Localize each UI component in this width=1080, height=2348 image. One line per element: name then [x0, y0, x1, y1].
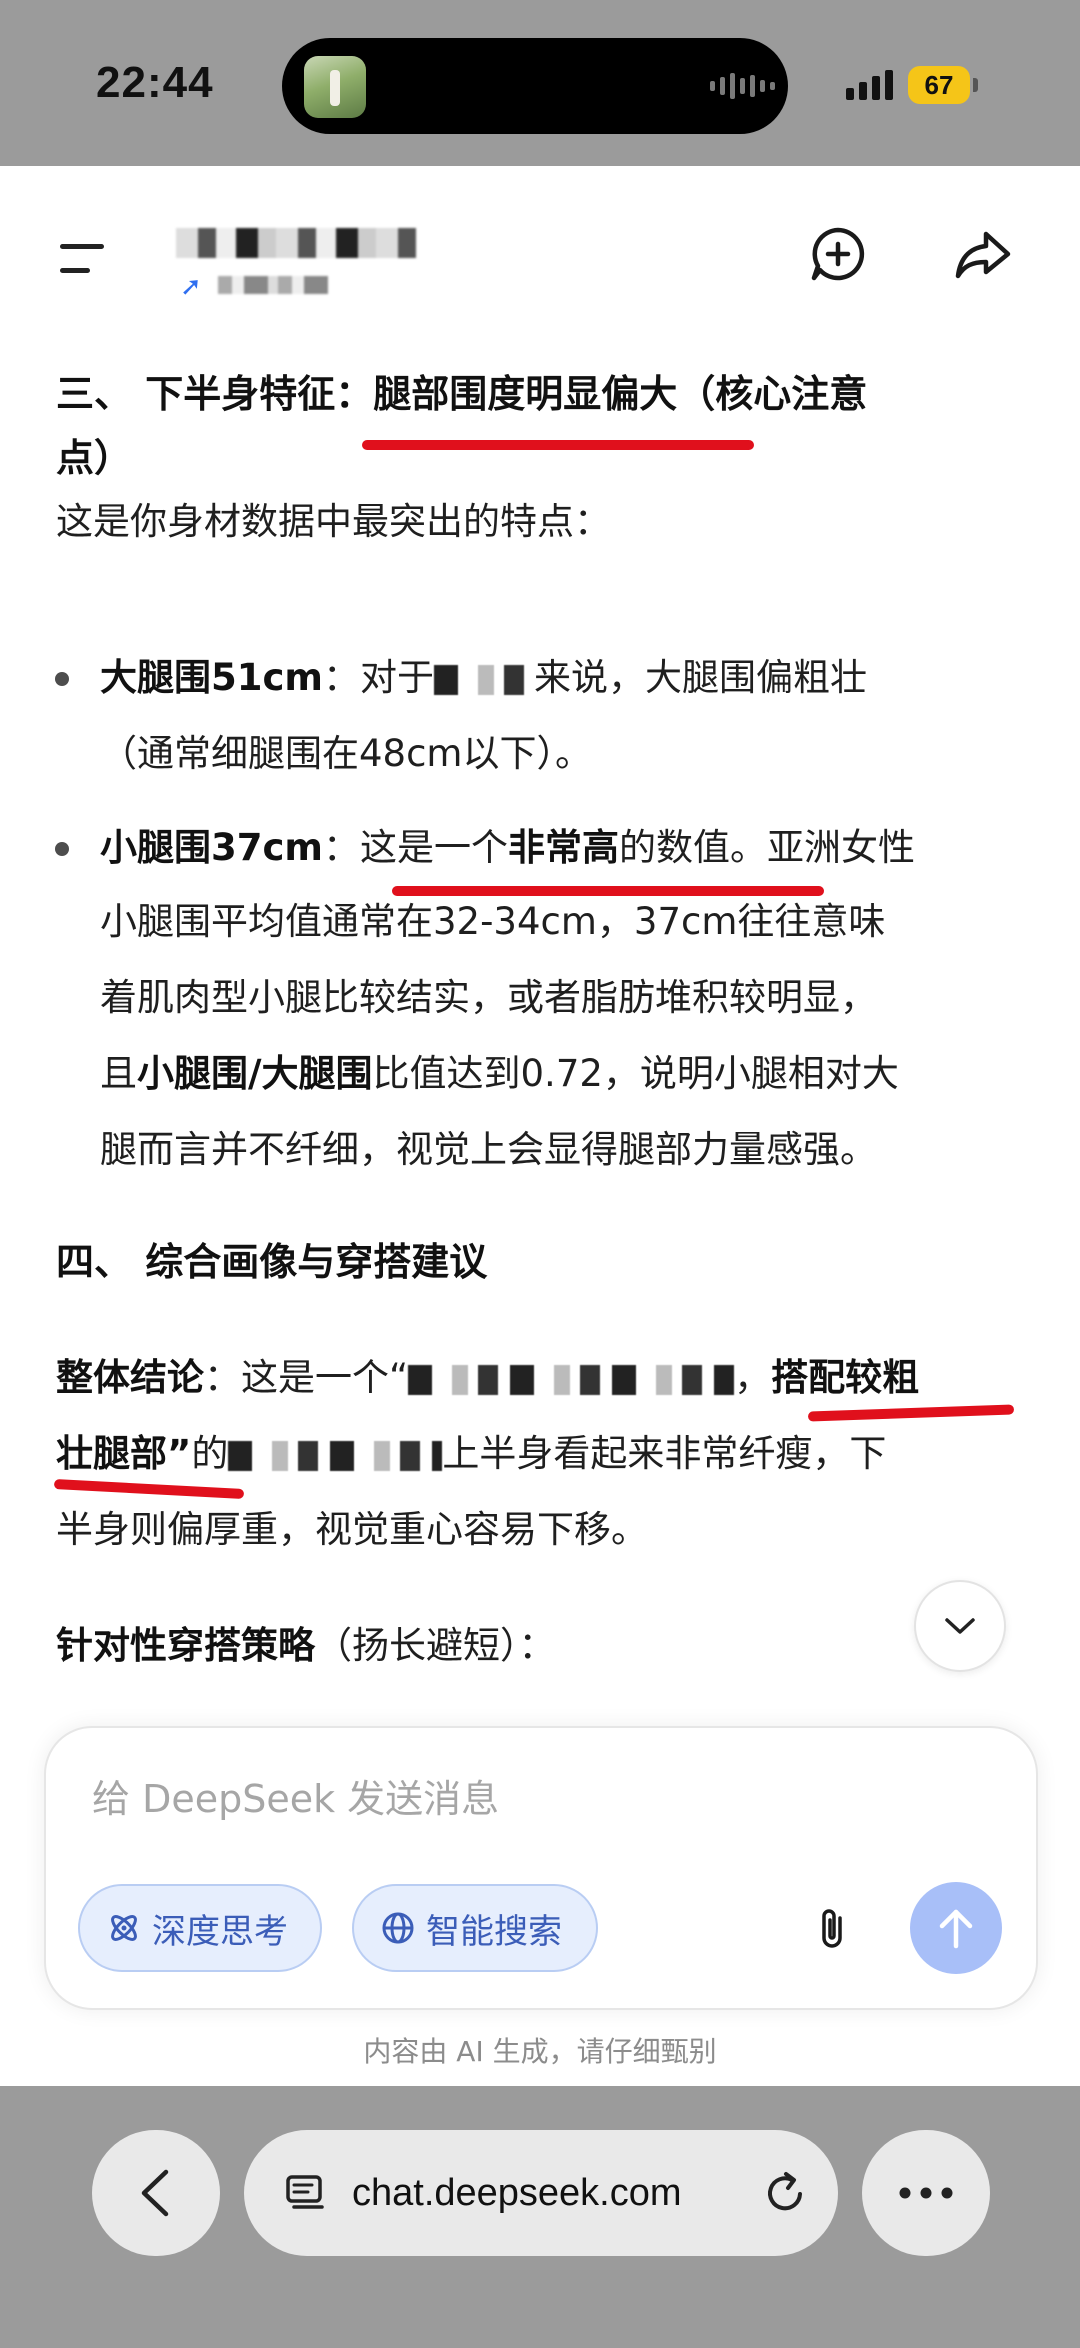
message-input[interactable]: 给 DeepSeek 发送消息 [92, 1768, 499, 1823]
globe-icon [382, 1912, 414, 1944]
atom-icon [111, 1915, 137, 1941]
send-button[interactable] [910, 1882, 1002, 1974]
message-composer: 给 DeepSeek 发送消息 深度思考 智能搜索 [44, 1726, 1038, 2010]
redacted-text [408, 1364, 735, 1395]
section-heading-cont: 点） [56, 436, 133, 480]
arrow-up-icon [939, 1909, 973, 1949]
list-item-cont: （通常细腿围在48cm以下）。 [100, 732, 592, 775]
section-heading: 四、 综合画像与穿搭建议 [56, 1240, 488, 1284]
section-heading: 三、 下半身特征：腿部围度明显偏大（核心注意 [56, 372, 868, 416]
conclusion-text-cont: 半身则偏厚重，视觉重心容易下移。 [56, 1508, 648, 1551]
dynamic-island[interactable] [282, 38, 788, 134]
pin-icon: ➚ [180, 272, 202, 302]
conclusion-text: 整体结论：这是一个“ ，搭配较粗 [56, 1356, 920, 1399]
reload-icon[interactable] [762, 2170, 808, 2216]
deep-think-label: 深度思考 [152, 1911, 288, 1952]
chevron-left-icon [141, 2169, 169, 2217]
list-item: 小腿围37cm：这是一个非常高的数值。亚洲女性 [100, 826, 915, 869]
underlined-emphasis: 腿部围度明显偏大 [373, 372, 678, 416]
list-item: 大腿围51cm：对于 来说，大腿围偏粗壮 [100, 656, 867, 699]
now-playing-thumbnail [304, 56, 366, 118]
list-item-cont: 小腿围平均值通常在32-34cm，37cm往往意味 [100, 900, 886, 943]
strategy-heading: 针对性穿搭策略（扬长避短）： [56, 1624, 556, 1667]
bullet-dot [55, 672, 69, 686]
intro-text: 这是你身材数据中最突出的特点： [56, 500, 611, 543]
audio-waveform-icon [710, 71, 775, 101]
paperclip-icon[interactable] [810, 1904, 858, 1952]
ai-disclaimer: 内容由 AI 生成，请仔细甄别 [363, 2035, 717, 2068]
scroll-to-bottom-button[interactable] [914, 1580, 1006, 1672]
battery-tip [973, 78, 978, 92]
deep-think-toggle[interactable]: 深度思考 [78, 1884, 322, 1972]
new-chat-icon[interactable] [806, 222, 870, 286]
more-dots-icon [899, 2187, 953, 2199]
chevron-down-icon [945, 1618, 975, 1634]
status-time: 22:44 [96, 58, 214, 107]
list-item-cont: 腿而言并不纤细，视觉上会显得腿部力量感强。 [100, 1128, 877, 1171]
status-bar: 22:44 67 [0, 0, 1080, 166]
list-item-cont: 且小腿围/大腿围比值达到0.72，说明小腿相对大 [100, 1052, 899, 1095]
reader-mode-icon[interactable] [284, 2171, 328, 2215]
signal-icon [846, 70, 893, 100]
address-bar[interactable]: chat.deepseek.com [244, 2130, 838, 2256]
list-item-cont: 着肌肉型小腿比较结实，或者脂肪堆积较明显， [100, 976, 877, 1019]
conclusion-text-cont: 壮腿部”的 上半身看起来非常纤瘦，下 [56, 1432, 887, 1475]
web-search-label: 智能搜索 [426, 1911, 562, 1952]
share-icon[interactable] [950, 222, 1014, 286]
menu-icon[interactable] [60, 238, 110, 278]
more-button[interactable] [862, 2130, 990, 2256]
redacted-text [433, 664, 534, 695]
bullet-dot [55, 842, 69, 856]
browser-toolbar: chat.deepseek.com [0, 2086, 1080, 2348]
url-text: chat.deepseek.com [352, 2171, 682, 2214]
chat-title-redacted [176, 228, 416, 258]
web-search-toggle[interactable]: 智能搜索 [352, 1884, 598, 1972]
back-button[interactable] [92, 2130, 220, 2256]
chat-subtitle-redacted: ➚ [176, 272, 336, 302]
redacted-text [228, 1440, 443, 1471]
battery-indicator: 67 [908, 66, 970, 104]
red-annotation-underline [362, 440, 754, 450]
app-header: ➚ [0, 166, 1080, 346]
